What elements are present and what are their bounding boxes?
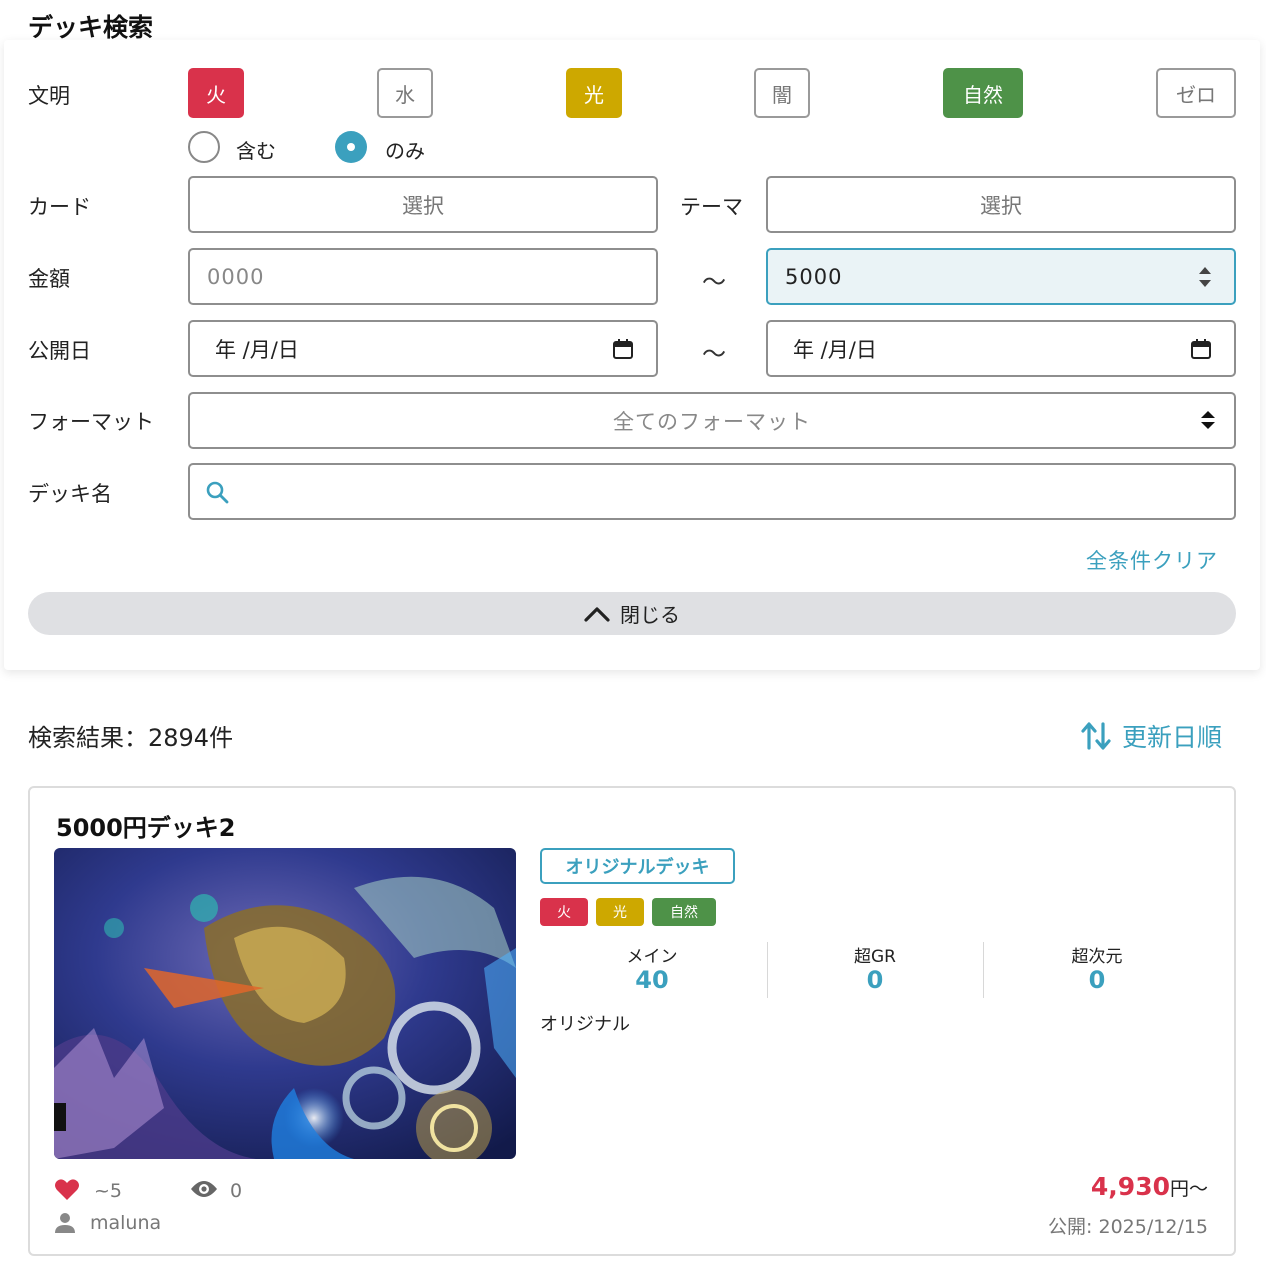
date-range-separator: 〜 [702, 340, 726, 368]
calendar-icon[interactable] [612, 338, 634, 360]
eye-icon [191, 1181, 217, 1197]
deck-theme: オリジナル [540, 1014, 630, 1035]
date-label: 公開日 [28, 339, 91, 363]
format-label: フォーマット [28, 410, 154, 434]
deckname-label: デッキ名 [28, 482, 112, 506]
format-value: 全てのフォーマット [613, 409, 811, 434]
civ-water-button[interactable]: 水 [377, 68, 433, 118]
user-icon [55, 1213, 75, 1233]
deck-artwork-image [54, 848, 516, 1159]
close-label: 閉じる [620, 603, 680, 627]
price-display: 4,930 円〜 [1091, 1172, 1208, 1201]
stat-main-value: 40 [635, 966, 669, 994]
civ-nature-button[interactable]: 自然 [943, 68, 1023, 118]
deck-card[interactable]: 5000円デッキ2 オリジナルデッキ 火 光 自然 メイン 40 超GR 0 超… [28, 786, 1236, 1256]
stat-gr-label: 超GR [854, 947, 896, 967]
civ-badge-nature: 自然 [652, 898, 716, 926]
result-count: 検索結果：2894件 [28, 724, 234, 752]
stat-gr-value: 0 [866, 966, 884, 994]
chevron-up-icon [584, 606, 610, 622]
stat-hyperspatial-label: 超次元 [1071, 947, 1123, 967]
sort-icon [1081, 722, 1111, 750]
civ-badge-light: 光 [596, 898, 644, 926]
spinner-icon[interactable] [1198, 266, 1212, 288]
price-max-input[interactable]: 5000 [766, 248, 1236, 305]
theme-label: テーマ [680, 195, 743, 219]
format-select[interactable]: 全てのフォーマット [188, 392, 1236, 449]
view-count: 0 [230, 1180, 243, 1202]
price-min-input[interactable]: 0000 [188, 248, 658, 305]
civ-label: 文明 [28, 84, 70, 108]
page-title: デッキ検索 [28, 13, 154, 42]
heart-icon[interactable] [54, 1178, 80, 1202]
civ-fire-button[interactable]: 火 [188, 68, 244, 118]
price-range-separator: 〜 [702, 268, 726, 296]
civ-badge-fire: 火 [540, 898, 588, 926]
price-max-value: 5000 [785, 264, 843, 289]
date-to-input[interactable]: 年 /月/日 [766, 320, 1236, 377]
stat-hyperspatial-value: 0 [1088, 966, 1106, 994]
sort-label: 更新日順 [1122, 723, 1223, 752]
civ-light-button[interactable]: 光 [566, 68, 622, 118]
price-label: 金額 [28, 267, 70, 291]
civ-darkness-button[interactable]: 闇 [754, 68, 810, 118]
stat-main-label: メイン [626, 947, 678, 967]
deckname-input[interactable] [188, 463, 1236, 520]
calendar-icon[interactable] [1190, 338, 1212, 360]
price-unit: 円〜 [1169, 1178, 1208, 1200]
published-date: 公開: 2025/12/15 [1048, 1216, 1208, 1238]
like-count: ~5 [94, 1180, 123, 1202]
deck-type-badge: オリジナルデッキ [540, 848, 735, 884]
radio-only-label[interactable]: のみ [385, 135, 425, 164]
date-from-input[interactable]: 年 /月/日 [188, 320, 658, 377]
date-to-value: 年 /月/日 [793, 337, 877, 362]
radio-only[interactable] [335, 131, 367, 163]
civ-zero-button[interactable]: ゼロ [1156, 68, 1236, 118]
close-button[interactable]: 閉じる [28, 592, 1236, 635]
author-name[interactable]: maluna [90, 1212, 161, 1234]
radio-include[interactable] [188, 131, 220, 163]
card-label: カード [28, 195, 91, 219]
stat-divider [767, 942, 768, 998]
deck-title[interactable]: 5000円デッキ2 [56, 808, 236, 843]
card-select[interactable]: 選択 [188, 176, 658, 233]
clear-all-link[interactable]: 全条件クリア [1086, 545, 1218, 575]
radio-include-label[interactable]: 含む [236, 135, 276, 164]
theme-select[interactable]: 選択 [766, 176, 1236, 233]
search-icon [206, 481, 229, 503]
deck-thumbnail[interactable] [54, 848, 516, 1159]
sort-button[interactable]: 更新日順 [1080, 718, 1222, 754]
date-from-value: 年 /月/日 [215, 337, 299, 362]
stat-divider [983, 942, 984, 998]
price-value: 4,930 [1090, 1172, 1170, 1201]
select-arrows-icon [1201, 411, 1215, 429]
